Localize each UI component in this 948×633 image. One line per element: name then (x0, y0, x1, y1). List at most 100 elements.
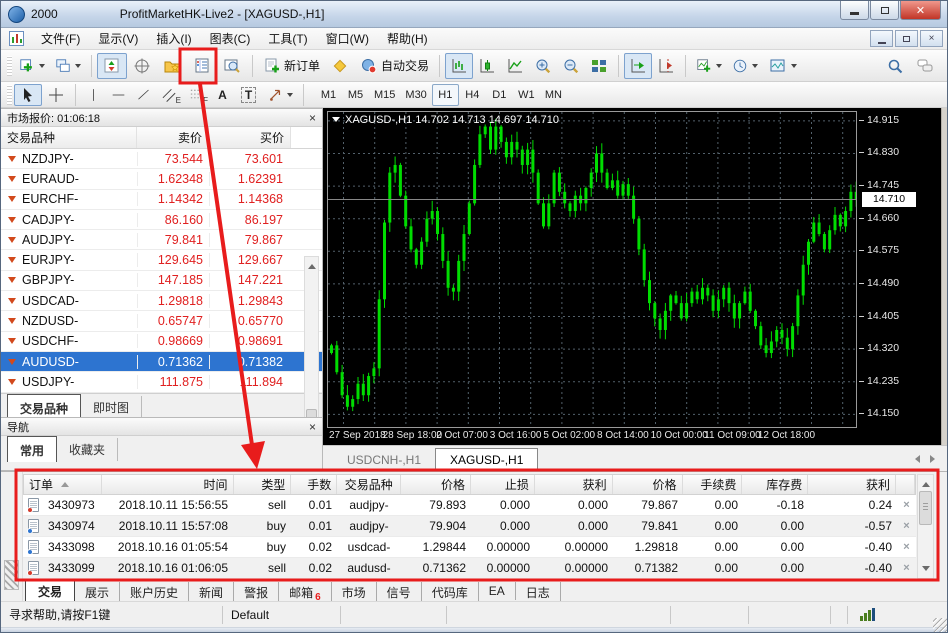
timeframe-m5[interactable]: M5 (342, 84, 369, 106)
menu-item-5[interactable]: 窗口(W) (317, 27, 378, 50)
close-order-icon[interactable]: × (903, 562, 909, 574)
line-chart-button[interactable] (501, 53, 529, 79)
terminal-tab-6[interactable]: 市场 (332, 582, 377, 603)
column-ask[interactable]: 买价 (209, 127, 291, 148)
terminal-tab-7[interactable]: 信号 (377, 582, 422, 603)
chat-button[interactable] (909, 53, 941, 79)
resize-grip[interactable] (933, 618, 947, 632)
strategy-tester-button[interactable] (217, 53, 247, 79)
indicators-button[interactable] (691, 53, 727, 79)
menu-item-2[interactable]: 插入(I) (147, 27, 200, 50)
orders-scrollbar[interactable] (917, 474, 934, 579)
chart-plot-svg[interactable] (327, 111, 857, 428)
chart-menu-icon[interactable] (332, 117, 340, 126)
zoom-out-button[interactable] (557, 53, 585, 79)
orders-column-3[interactable]: 手数 (291, 475, 338, 494)
new-order-button[interactable]: 新订单 (258, 53, 325, 79)
auto-scroll-button[interactable] (624, 52, 653, 79)
timeframe-mn[interactable]: MN (540, 84, 567, 106)
menu-item-1[interactable]: 显示(V) (89, 27, 147, 50)
horizontal-line-tool-button[interactable] (106, 84, 131, 106)
terminal-tab-0[interactable]: 交易 (25, 580, 76, 603)
timeframe-m15[interactable]: M15 (369, 84, 400, 106)
orders-column-5[interactable]: 价格 (401, 475, 471, 494)
crosshair-tool-button[interactable] (42, 84, 70, 106)
close-order-icon[interactable]: × (903, 520, 909, 532)
market-watch-row[interactable]: NZDJPY- 73.544 73.601 (1, 149, 322, 170)
chart-window-icon[interactable] (9, 31, 24, 46)
order-row[interactable]: 3430974 2018.10.11 15:57:08 buy 0.01 audjpy-… (23, 516, 916, 537)
close-button[interactable]: ✕ (900, 1, 941, 20)
column-bid[interactable]: 卖价 (137, 127, 209, 148)
orders-column-8[interactable]: 价格 (613, 475, 683, 494)
metaeditor-button[interactable] (325, 53, 355, 79)
data-window-button[interactable] (127, 53, 157, 79)
child-close-button[interactable]: × (920, 30, 943, 47)
terminal-tab-1[interactable]: 展示 (75, 582, 121, 603)
profiles-button[interactable] (50, 53, 86, 79)
timeframe-w1[interactable]: W1 (513, 84, 540, 106)
timeframe-m30[interactable]: M30 (400, 84, 431, 106)
navigator-tab-0[interactable]: 常用 (7, 436, 58, 462)
text-tool-button[interactable]: A (210, 84, 235, 106)
new-chart-button[interactable] (14, 53, 50, 79)
orders-column-11[interactable]: 获利 (808, 475, 897, 494)
autotrading-button[interactable]: 自动交易 (355, 53, 434, 79)
market-watch-row[interactable]: GBPJPY- 147.185 147.221 (1, 271, 322, 292)
chart-price-scale[interactable]: 14.915 14.830 14.745 14.660 14.575 14.490 14.4… (859, 108, 941, 428)
orders-column-7[interactable]: 获利 (535, 475, 613, 494)
text-label-tool-button[interactable]: T (235, 84, 262, 106)
menu-item-6[interactable]: 帮助(H) (378, 27, 437, 50)
market-watch-row[interactable]: AUDUSD- 0.71362 0.71382 (1, 351, 322, 373)
terminal-button[interactable] (187, 53, 217, 79)
close-icon[interactable]: × (309, 112, 316, 124)
order-close-icon[interactable]: × (897, 499, 916, 511)
order-close-icon[interactable]: × (897, 520, 916, 532)
scroll-right-icon[interactable] (930, 455, 939, 463)
orders-column-10[interactable]: 库存费 (742, 475, 809, 494)
market-watch-toggle-button[interactable] (97, 52, 127, 79)
terminal-tab-4[interactable]: 警报 (234, 582, 280, 603)
terminal-tab-2[interactable]: 账户历史 (120, 582, 190, 603)
menu-item-3[interactable]: 图表(C) (201, 27, 260, 50)
market-watch-tab-1[interactable]: 即时图 (81, 396, 143, 419)
market-watch-title-bar[interactable]: 市场报价: 01:06:18 × (1, 109, 322, 127)
tile-windows-button[interactable] (585, 53, 613, 79)
vertical-line-tool-button[interactable] (81, 84, 106, 106)
arrows-tool-button[interactable] (262, 84, 298, 106)
terminal-drag-handle[interactable] (4, 560, 19, 590)
orders-column-2[interactable]: 类型 (234, 475, 292, 494)
chart-time-scale[interactable]: 27 Sep 2018 28 Sep 18:00 2 Oct 07:00 3 Oct … (323, 428, 941, 445)
terminal-tab-8[interactable]: 代码库 (422, 582, 479, 603)
menu-item-0[interactable]: 文件(F) (32, 27, 89, 50)
timeframe-m1[interactable]: M1 (315, 84, 342, 106)
close-order-icon[interactable]: × (903, 541, 909, 553)
market-watch-row[interactable]: USDCAD- 1.29818 1.29843 (1, 291, 322, 312)
terminal-tab-3[interactable]: 新闻 (189, 582, 235, 603)
order-close-icon[interactable]: × (897, 562, 916, 574)
terminal-tab-5[interactable]: 邮箱 6 (279, 582, 332, 603)
market-watch-row[interactable]: CADJPY- 86.160 86.197 (1, 210, 322, 231)
fibonacci-tool-button[interactable]: F (183, 84, 210, 106)
toolbar-grip[interactable] (7, 84, 12, 105)
terminal-tab-10[interactable]: 日志 (516, 582, 561, 603)
cursor-tool-button[interactable] (14, 83, 42, 106)
periods-button[interactable] (727, 53, 763, 79)
candlestick-chart-button[interactable] (473, 53, 501, 79)
close-icon[interactable]: × (309, 421, 316, 433)
scroll-left-icon[interactable] (911, 455, 920, 463)
chart-tab-0[interactable]: USDCNH-,H1 (333, 449, 435, 471)
orders-column-0[interactable]: 订单 (24, 475, 102, 494)
trendline-tool-button[interactable] (131, 84, 156, 106)
toolbar-grip[interactable] (7, 55, 12, 76)
navigator-button[interactable] (157, 53, 187, 79)
market-watch-row[interactable]: USDJPY- 111.875 111.894 (1, 372, 322, 393)
order-row[interactable]: 3433099 2018.10.16 01:06:05 sell 0.02 audusd… (23, 558, 916, 579)
terminal-tab-9[interactable]: EA (479, 582, 516, 600)
search-button[interactable] (881, 53, 909, 79)
timeframe-h1[interactable]: H1 (431, 83, 459, 106)
close-order-icon[interactable]: × (903, 499, 909, 511)
market-watch-row[interactable]: USDCHF- 0.98669 0.98691 (1, 332, 322, 352)
chart-tab-1[interactable]: XAGUSD-,H1 (435, 448, 539, 471)
order-row[interactable]: 3430973 2018.10.11 15:56:55 sell 0.01 audjpy… (23, 495, 916, 516)
